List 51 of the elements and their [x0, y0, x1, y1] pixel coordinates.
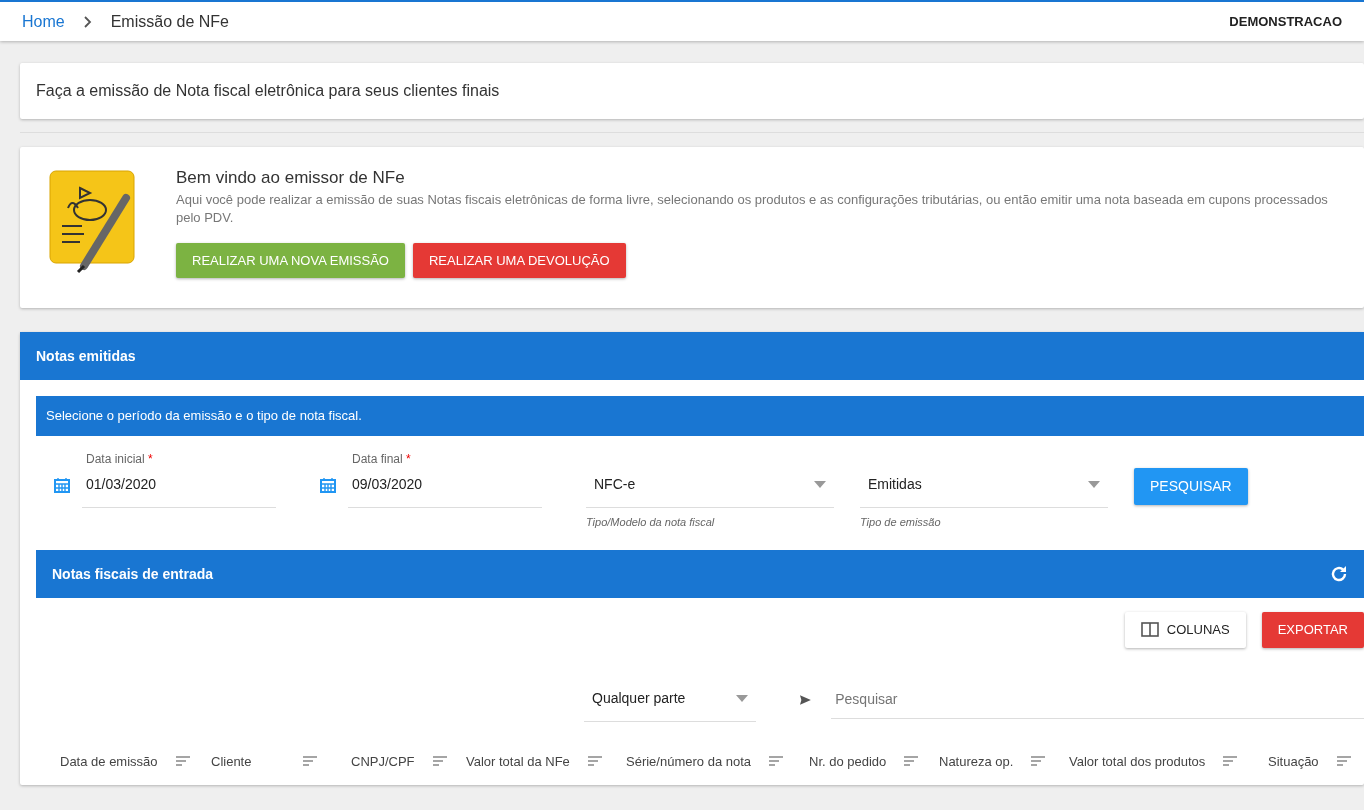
welcome-title: Bem vindo ao emissor de NFe	[176, 167, 406, 189]
intro-card: Faça a emissão de Nota fiscal eletrônica para seus clientes finais	[20, 63, 1364, 119]
dropdown-field[interactable]: Emitidas	[860, 463, 1108, 508]
required-mark: *	[406, 451, 411, 466]
breadcrumb-current: Emissão de NFe	[110, 11, 229, 32]
sort-icon[interactable]	[1336, 756, 1351, 767]
column-header[interactable]: Valor total dos produtos	[1069, 751, 1206, 771]
column-header[interactable]: Série/número da nota	[626, 751, 752, 771]
dropdown-field[interactable]: NFC-e	[586, 463, 834, 508]
field-label: Data inicial *	[85, 450, 154, 468]
column-header[interactable]: Natureza op.	[939, 751, 1014, 771]
columns-icon	[1140, 622, 1159, 638]
column-header[interactable]: Valor total da NFe	[466, 751, 570, 771]
helper-text: Tipo de emissão	[860, 514, 942, 530]
table-title: Notas fiscais de entrada	[52, 564, 214, 584]
calendar-icon	[320, 476, 336, 493]
user-name: DEMONSTRACAO	[1229, 12, 1342, 31]
sort-icon[interactable]	[1031, 756, 1046, 767]
calendar-icon	[54, 476, 70, 493]
sort-icon[interactable]	[303, 756, 318, 767]
columns-button[interactable]: COLUNAS	[1124, 612, 1246, 648]
search-field[interactable]: Pesquisar	[831, 680, 1364, 719]
return-button[interactable]: REALIZAR UMA DEVOLUÇÃO	[413, 242, 626, 278]
refresh-icon[interactable]	[1330, 565, 1348, 583]
welcome-description: Aqui você pode realizar a emissão de suas Notas fiscais eletrônicas de forma livre, selecionando os produtos e as configurações tributárias, ou então emitir uma nota baseada em cupons processados pelo PDV.	[176, 190, 1329, 227]
helper-text: Tipo/Modelo da nota fiscal	[586, 514, 716, 530]
column-header[interactable]: Cliente	[211, 751, 252, 771]
sort-icon[interactable]	[587, 756, 602, 767]
export-button[interactable]: EXPORTAR	[1261, 612, 1364, 648]
field-label: Data final *	[351, 450, 412, 468]
date-field[interactable]: 09/03/2020	[348, 471, 542, 508]
caret-icon	[814, 480, 826, 488]
sort-icon[interactable]	[769, 756, 784, 767]
chevron-icon	[82, 15, 93, 28]
sort-icon[interactable]	[904, 756, 919, 767]
panel-header: Notas emitidas	[20, 332, 1364, 380]
match-select[interactable]: Qualquer parte	[584, 677, 757, 722]
sort-icon[interactable]	[432, 756, 447, 767]
info-banner: Selecione o período da emissão e o tipo de nota fiscal.	[36, 396, 1364, 436]
required-mark: *	[148, 451, 153, 466]
breadcrumb-link[interactable]: Home	[22, 9, 65, 34]
caret-icon	[1088, 480, 1100, 488]
sort-icon[interactable]	[1223, 756, 1238, 767]
column-header[interactable]: Situação	[1268, 751, 1319, 771]
date-field[interactable]: 01/03/2020	[82, 471, 276, 508]
caret-icon	[736, 694, 749, 702]
sort-icon[interactable]	[175, 756, 190, 767]
column-header[interactable]: Nr. do pedido	[809, 751, 887, 771]
column-header[interactable]: Data de emissão	[60, 751, 158, 771]
column-header[interactable]: CNPJ/CPF	[351, 751, 415, 771]
send-icon	[800, 692, 812, 707]
